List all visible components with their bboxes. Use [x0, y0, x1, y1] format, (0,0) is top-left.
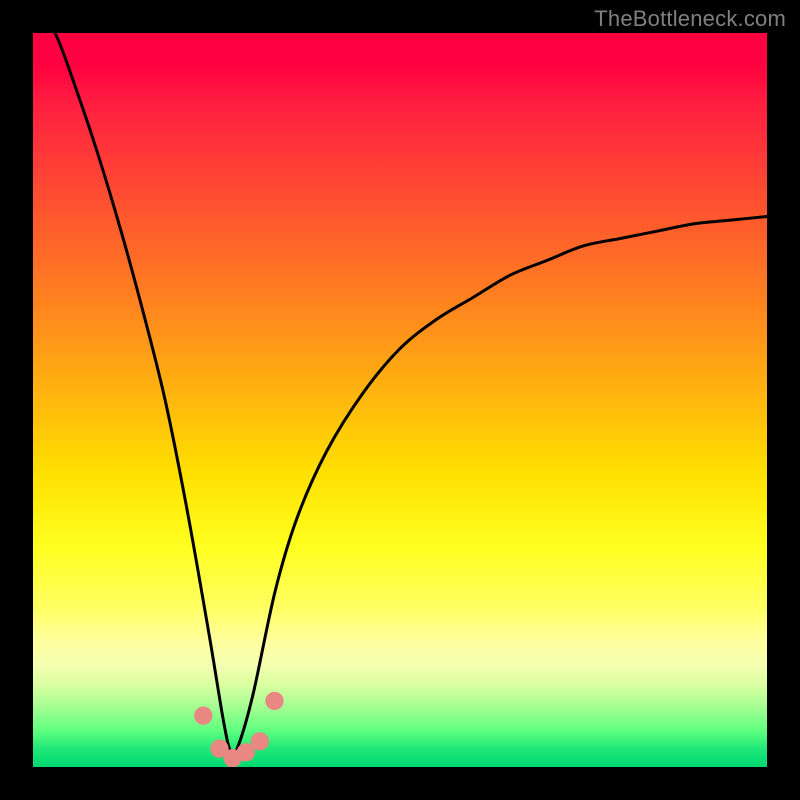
plot-area — [33, 33, 767, 767]
bottleneck-curve — [33, 33, 767, 754]
chart-frame: TheBottleneck.com — [0, 0, 800, 800]
curve-svg — [33, 33, 767, 767]
trough-marker — [194, 706, 212, 724]
trough-markers — [194, 692, 284, 767]
trough-marker — [251, 732, 269, 750]
trough-marker — [265, 692, 283, 710]
attribution-text: TheBottleneck.com — [594, 6, 786, 32]
